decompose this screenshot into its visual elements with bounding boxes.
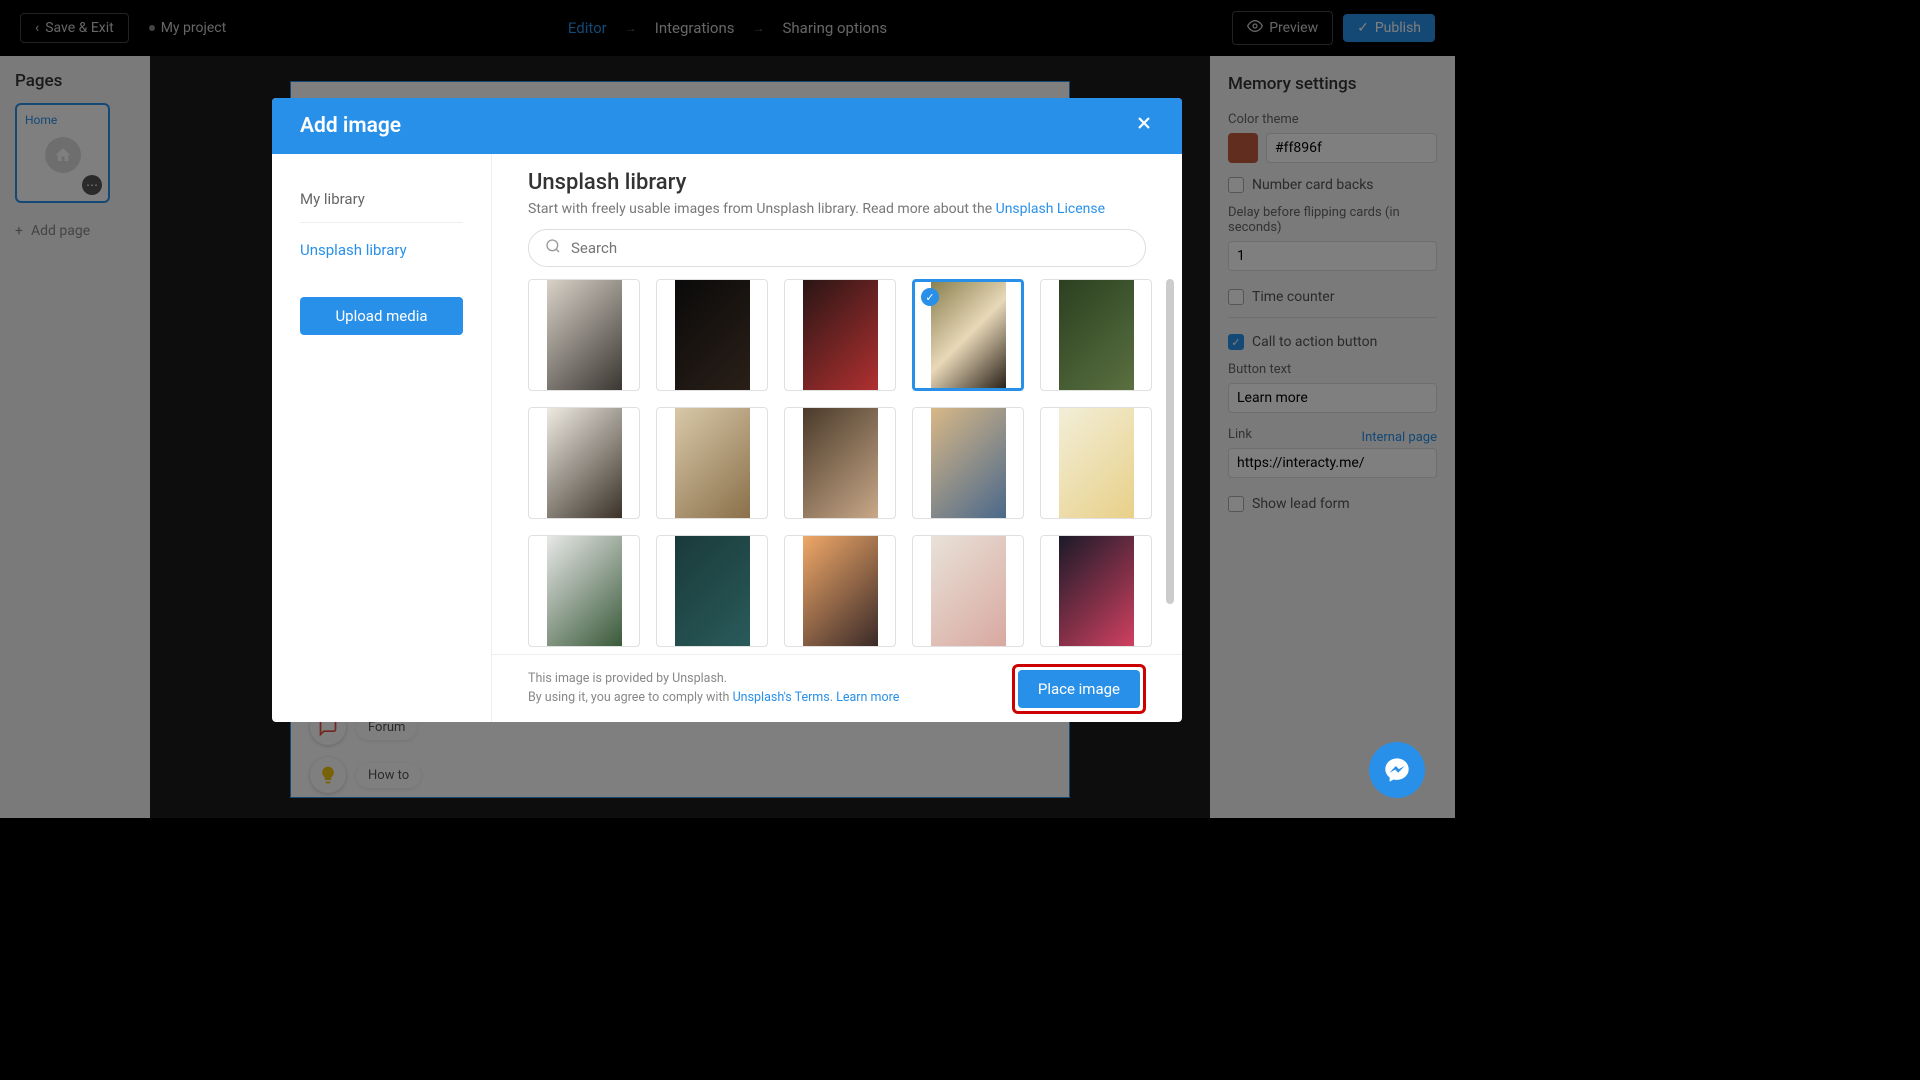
image-thumbnail[interactable] [656,535,768,647]
search-input[interactable] [528,229,1146,267]
place-image-highlight: Place image [1012,664,1146,714]
image-thumbnail[interactable]: ✓ [912,279,1024,391]
search-field[interactable] [571,239,1129,257]
sidebar-item-my-library[interactable]: My library [300,182,463,216]
divider [300,222,463,223]
library-subtitle: Start with freely usable images from Uns… [528,201,1146,217]
upload-media-button[interactable]: Upload media [300,297,463,335]
unsplash-license-link[interactable]: Unsplash License [996,201,1105,217]
image-thumbnail[interactable] [912,407,1024,519]
add-image-modal: Add image My library Unsplash library Up… [272,98,1182,722]
image-thumbnail[interactable] [656,279,768,391]
modal-title: Add image [300,114,401,138]
image-thumbnail[interactable] [1040,407,1152,519]
scrollbar[interactable] [1166,279,1174,604]
footer-attribution: This image is provided by Unsplash. By u… [528,670,899,708]
close-icon[interactable] [1134,113,1154,139]
image-thumbnail[interactable] [784,407,896,519]
image-thumbnail[interactable] [528,407,640,519]
image-thumbnail[interactable] [528,535,640,647]
image-thumbnail[interactable] [784,535,896,647]
messenger-icon [1383,756,1411,784]
search-icon [545,238,561,258]
sidebar-item-unsplash[interactable]: Unsplash library [300,233,463,267]
learn-more-link[interactable]: Learn more [836,690,899,705]
image-thumbnail[interactable] [912,535,1024,647]
image-thumbnail[interactable] [784,279,896,391]
image-thumbnail[interactable] [1040,535,1152,647]
selected-check-icon: ✓ [921,288,939,306]
unsplash-terms-link[interactable]: Unsplash's Terms [733,690,830,705]
image-thumbnail[interactable] [1040,279,1152,391]
messenger-fab[interactable] [1369,742,1425,798]
library-title: Unsplash library [528,170,1146,195]
place-image-button[interactable]: Place image [1018,670,1140,708]
image-thumbnail[interactable] [528,279,640,391]
image-thumbnail[interactable] [656,407,768,519]
